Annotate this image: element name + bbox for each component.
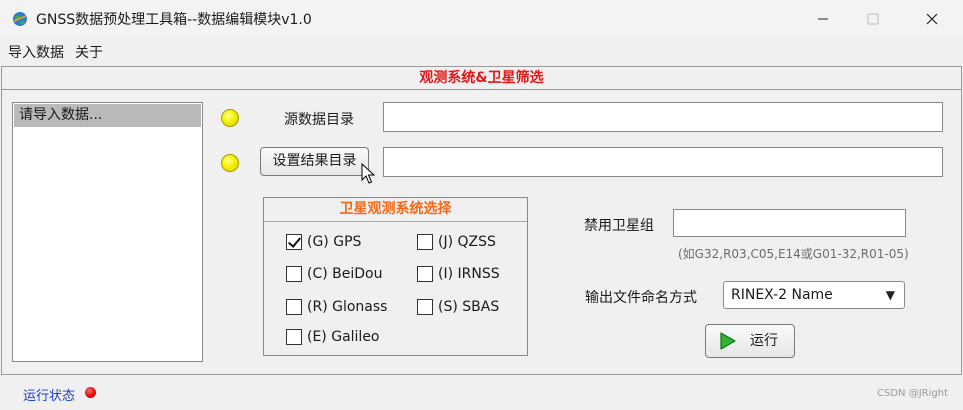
irnss-checkbox[interactable]: (I) IRNSS <box>417 266 500 282</box>
set-output-dir-button[interactable]: 设置结果目录 <box>260 147 369 176</box>
naming-selected-value: RINEX-2 Name <box>731 287 833 303</box>
checkbox-box[interactable] <box>417 299 433 315</box>
galileo-checkbox[interactable]: (E) Galileo <box>286 329 380 345</box>
checkbox-box[interactable] <box>286 299 302 315</box>
irnss-label: (I) IRNSS <box>438 266 500 282</box>
menu-bar: 导入数据 关于 <box>0 38 963 64</box>
watermark: CSDN @JRight <box>877 388 948 399</box>
menu-about[interactable]: 关于 <box>75 42 103 62</box>
run-label: 运行 <box>750 333 778 349</box>
gps-checkbox[interactable]: (G) GPS <box>286 234 361 250</box>
checkbox-box[interactable] <box>286 329 302 345</box>
maximize-icon <box>867 13 879 25</box>
source-status-led <box>221 109 239 127</box>
checkbox-box[interactable] <box>417 266 433 282</box>
list-item[interactable]: 请导入数据... <box>14 104 201 127</box>
ban-satellite-label: 禁用卫星组 <box>584 218 654 234</box>
group-header: 卫星观测系统选择 <box>264 198 527 222</box>
gps-label: (G) GPS <box>307 234 362 250</box>
qzss-label: (J) QZSS <box>438 234 496 250</box>
run-button[interactable]: 运行 <box>705 324 795 358</box>
sbas-checkbox[interactable]: (S) SBAS <box>417 299 499 315</box>
menu-import-data[interactable]: 导入数据 <box>8 42 64 62</box>
checkbox-box[interactable] <box>286 266 302 282</box>
maximize-button[interactable] <box>850 0 896 38</box>
output-dir-field[interactable] <box>383 147 943 177</box>
sbas-label: (S) SBAS <box>438 299 500 315</box>
panel-header: 观测系统&卫星筛选 <box>2 67 961 90</box>
source-dir-label: 源数据目录 <box>284 112 354 128</box>
source-dir-field[interactable] <box>383 102 943 132</box>
glonass-checkbox[interactable]: (R) Glonass <box>286 299 387 315</box>
dropdown-arrow-icon: ▼ <box>885 288 895 302</box>
minimize-icon <box>818 18 828 20</box>
title-bar: GNSS数据预处理工具箱--数据编辑模块v1.0 <box>0 0 963 38</box>
close-icon <box>926 13 938 25</box>
qzss-checkbox[interactable]: (J) QZSS <box>417 234 496 250</box>
file-list[interactable]: 请导入数据... <box>12 102 203 362</box>
mouse-pointer-icon <box>361 163 375 184</box>
minimize-button[interactable] <box>800 0 846 38</box>
globe-icon <box>13 12 27 26</box>
panel-title: 观测系统&卫星筛选 <box>419 70 544 86</box>
checkbox-box[interactable] <box>286 234 302 250</box>
status-indicator <box>85 387 96 398</box>
checkbox-box[interactable] <box>417 234 433 250</box>
beidou-checkbox[interactable]: (C) BeiDou <box>286 266 382 282</box>
status-label: 运行状态 <box>23 389 76 404</box>
output-status-led <box>221 154 239 172</box>
gnss-system-group: 卫星观测系统选择 (G) GPS (J) QZSS (C) BeiDou (I)… <box>263 197 528 356</box>
naming-select[interactable]: RINEX-2 Name ▼ <box>723 281 905 309</box>
close-button[interactable] <box>909 0 955 38</box>
window-title: GNSS数据预处理工具箱--数据编辑模块v1.0 <box>36 12 312 28</box>
main-panel: 观测系统&卫星筛选 请导入数据... 源数据目录 设置结果目录 卫星观测系统选择… <box>1 66 962 375</box>
galileo-label: (E) Galileo <box>307 329 380 345</box>
glonass-label: (R) Glonass <box>307 299 388 315</box>
naming-label: 输出文件命名方式 <box>585 290 697 306</box>
ban-satellite-field[interactable] <box>673 209 906 237</box>
play-icon <box>720 332 736 350</box>
beidou-label: (C) BeiDou <box>307 266 383 282</box>
ban-satellite-hint: (如G32,R03,C05,E14或G01-32,R01-05) <box>678 247 909 261</box>
group-title: 卫星观测系统选择 <box>339 201 452 217</box>
